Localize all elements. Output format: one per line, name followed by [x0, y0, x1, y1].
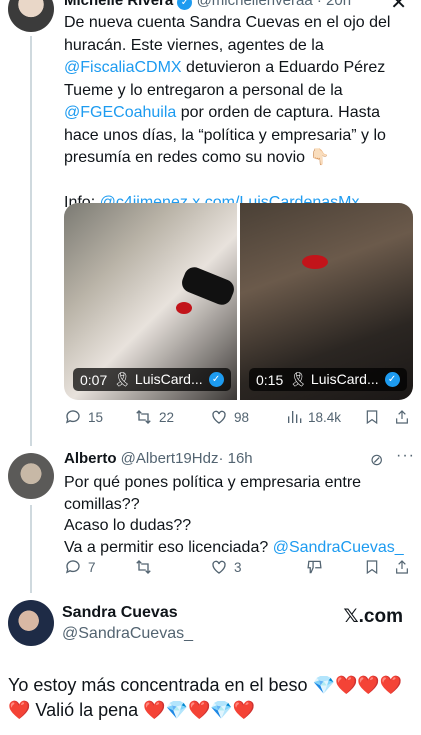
- reply-line-1: Por qué pones política y empresaria entr…: [64, 474, 362, 513]
- verified-icon: ✓: [384, 372, 400, 387]
- reply-bookmark-button[interactable]: [364, 558, 394, 576]
- share-icon: [396, 560, 408, 574]
- video-2-duration: 0:15: [256, 371, 284, 388]
- verified-icon: ✓: [208, 372, 224, 387]
- media-grid: 0:07 🎗 LuisCard... ✓ 0:15 🎗 LuisCard... …: [64, 203, 413, 400]
- video-1-source: 🎗 LuisCard...: [113, 371, 203, 387]
- reply-text: Por qué pones política y empresaria entr…: [64, 472, 409, 558]
- sunglasses-shape: [179, 264, 237, 308]
- grok-icon[interactable]: ⊘: [370, 450, 383, 470]
- quoted-avatar[interactable]: [8, 600, 54, 646]
- reply-actions: 7 3: [64, 558, 413, 576]
- video-2-source: 🎗 LuisCard...: [289, 371, 379, 387]
- video-2-badge: 0:15 🎗 LuisCard... ✓: [249, 368, 407, 391]
- mention-fiscalia-link[interactable]: @FiscaliaCDMX: [64, 59, 182, 76]
- reply-count: 15: [88, 409, 104, 425]
- share-button[interactable]: [394, 408, 410, 426]
- share-icon: [396, 410, 408, 424]
- views-button[interactable]: 18.4k: [286, 408, 364, 426]
- reply-reply-count: 7: [88, 559, 96, 575]
- like-count: 98: [234, 409, 250, 425]
- like-icon: [212, 410, 226, 424]
- reply-time[interactable]: · 16h: [218, 450, 252, 467]
- verified-icon: ✓: [177, 0, 193, 10]
- x-logo: 𝕏.com: [343, 606, 403, 627]
- repost-count: 22: [159, 409, 175, 425]
- reply-author-handle[interactable]: @Albert19Hdz: [121, 450, 219, 467]
- repost-button[interactable]: 22: [134, 408, 210, 426]
- bookmark-icon: [366, 560, 378, 575]
- reply-share-button[interactable]: [394, 558, 410, 576]
- reply-repost-button[interactable]: [134, 558, 210, 576]
- reply-like-button[interactable]: 3: [210, 558, 306, 576]
- like-icon: [212, 560, 226, 574]
- tweet-actions: 15 22 98 18.4k: [64, 408, 413, 426]
- like-button[interactable]: 98: [210, 408, 286, 426]
- tweet-time[interactable]: 20h: [326, 0, 351, 9]
- quoted-name[interactable]: Sandra Cuevas: [62, 604, 178, 622]
- quoted-handle[interactable]: @SandraCuevas_: [62, 625, 193, 643]
- repost-icon: [136, 410, 151, 424]
- bookmark-icon: [366, 410, 378, 425]
- tweet-text-part-1: De nueva cuenta Sandra Cuevas en el ojo …: [64, 14, 391, 54]
- reply-icon: [65, 560, 80, 574]
- video-2[interactable]: 0:15 🎗 LuisCard... ✓: [240, 203, 413, 400]
- video-1[interactable]: 0:07 🎗 LuisCard... ✓: [64, 203, 237, 400]
- downvote-icon: [307, 560, 322, 574]
- thread-line: [30, 505, 32, 593]
- reply-reply-button[interactable]: 7: [64, 558, 134, 576]
- reply-line-2: Acaso lo dudas??: [64, 517, 192, 534]
- mention-fge-link[interactable]: @FGECoahuila: [64, 104, 176, 121]
- video-1-duration: 0:07: [80, 371, 108, 388]
- quoted-text: Yo estoy más concentrada en el beso 💎❤️❤…: [8, 675, 403, 720]
- author-name[interactable]: Michelle Rivera: [64, 0, 173, 9]
- reply-downvote-button[interactable]: [306, 558, 364, 576]
- author-avatar[interactable]: [8, 0, 54, 32]
- tweet-time-separator: ·: [316, 0, 322, 9]
- reply-avatar[interactable]: [8, 453, 54, 499]
- repost-icon: [136, 560, 151, 574]
- bookmark-button[interactable]: [364, 408, 394, 426]
- reply-author-name[interactable]: Alberto: [64, 450, 117, 467]
- reply-button[interactable]: 15: [64, 408, 134, 426]
- more-icon[interactable]: ···: [396, 447, 415, 465]
- reply-like-count: 3: [234, 559, 242, 575]
- reply-header: Alberto @Albert19Hdz· 16h: [64, 450, 253, 467]
- tweet-header: Michelle Rivera ✓ @michelleriveraa · 20h: [64, 0, 351, 10]
- views-count: 18.4k: [308, 409, 342, 425]
- reply-mention-link[interactable]: @SandraCuevas_: [273, 539, 404, 556]
- thread-line: [30, 36, 32, 446]
- views-icon: [288, 411, 302, 423]
- lips-shape: [302, 255, 328, 269]
- author-handle[interactable]: @michelleriveraa: [197, 0, 313, 9]
- reply-icon: [65, 410, 80, 424]
- reply-line-3: Va a permitir eso licenciada?: [64, 538, 273, 556]
- video-1-badge: 0:07 🎗 LuisCard... ✓: [73, 368, 231, 391]
- lips-shape: [176, 302, 192, 314]
